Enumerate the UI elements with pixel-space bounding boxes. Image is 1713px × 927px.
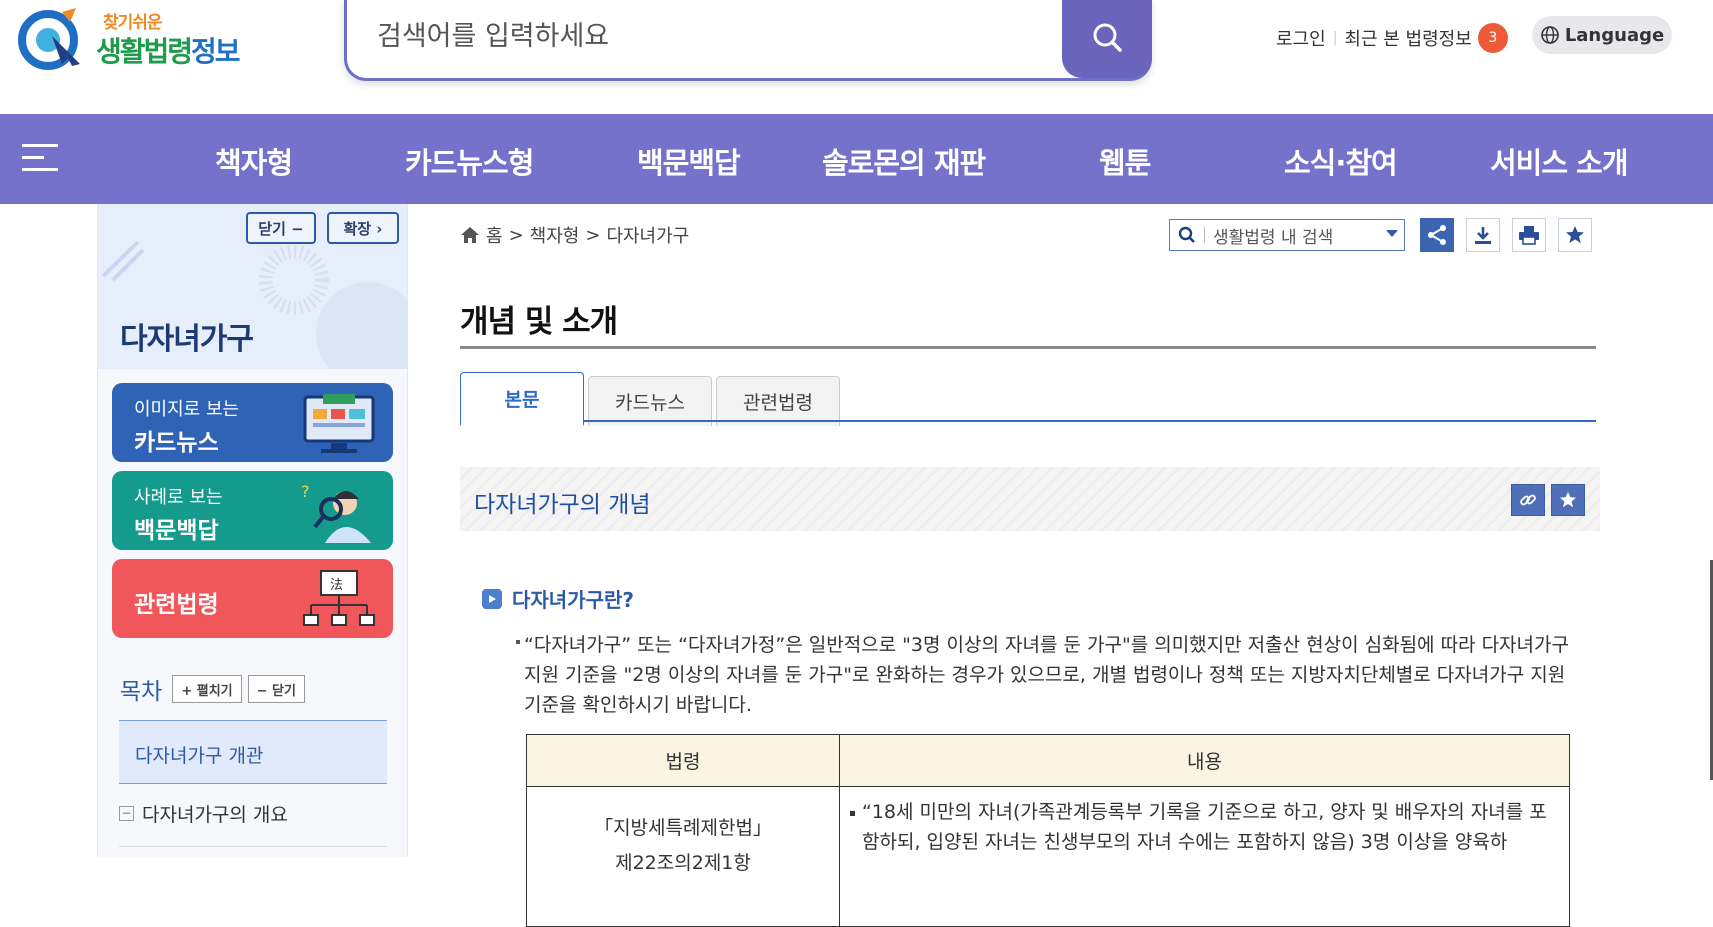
- toc-collapse-button[interactable]: − 닫기: [247, 675, 305, 703]
- nav-item-news[interactable]: 소식·참여: [1284, 140, 1398, 182]
- play-icon: [482, 588, 502, 609]
- breadcrumb-level1[interactable]: 책자형: [530, 222, 580, 248]
- page-title: 개념 및 소개: [460, 304, 618, 340]
- related-laws-card[interactable]: 관련법령 法: [112, 559, 393, 638]
- subsection-title: 다자녀가구란?: [482, 584, 634, 613]
- logo-title-b: 정보: [191, 35, 241, 68]
- logo-title-a: 생활법령: [96, 35, 193, 68]
- toc-item[interactable]: − 다자녀가구의 개요: [119, 800, 288, 827]
- breadcrumb-separator: >: [585, 224, 601, 246]
- breadcrumb-separator: >: [508, 224, 524, 246]
- recent-laws-link[interactable]: 최근 본 법령정보: [1344, 25, 1471, 51]
- share-icon: [1428, 225, 1446, 245]
- tab-divider: [460, 420, 1596, 422]
- search-icon: [1093, 23, 1122, 52]
- star-icon: [1559, 491, 1577, 508]
- toc-header: 목차 + 펼치기 − 닫기: [120, 672, 311, 706]
- table-header: 법령: [526, 734, 840, 787]
- globe-icon: [1541, 26, 1559, 44]
- download-button[interactable]: [1466, 218, 1500, 252]
- download-icon: [1475, 227, 1491, 244]
- print-button[interactable]: [1512, 218, 1546, 252]
- bullet-icon: [850, 811, 855, 816]
- link-button[interactable]: [1511, 484, 1545, 516]
- star-icon: [1566, 226, 1584, 243]
- law-table: 법령 내용 「지방세특례제한법」 제22조의2제1항 “18세 미만의 자녀(가…: [526, 734, 1570, 927]
- toc-item-label: 다자녀가구의 개요: [142, 804, 288, 826]
- chevron-down-icon: [1386, 230, 1398, 237]
- nav-item-webtoon[interactable]: 웹툰: [1099, 140, 1151, 182]
- breadcrumb-home[interactable]: 홈: [486, 222, 503, 248]
- section-title: 다자녀가구의 개념: [474, 492, 651, 518]
- sidebar-header: 닫기 − 확장 › 다자녀가구: [98, 204, 407, 369]
- search-button[interactable]: [1062, 0, 1152, 78]
- svg-text:?: ?: [301, 482, 310, 501]
- inner-search-label: 생활법령 내 검색: [1213, 227, 1334, 248]
- left-sidebar: 닫기 − 확장 › 다자녀가구 이미지로 보는 카드뉴스 사례로 보는 백문백답…: [97, 204, 408, 857]
- qa-card[interactable]: 사례로 보는 백문백답 ?: [112, 471, 393, 550]
- toc-item-active[interactable]: 다자녀가구 개관: [119, 720, 387, 784]
- logo-mark-icon: [18, 8, 80, 70]
- law-name[interactable]: 「지방세특례제한법」: [527, 813, 839, 840]
- logo-title: 생활법령정보: [96, 30, 241, 70]
- print-icon: [1519, 226, 1539, 245]
- section-header: 다자녀가구의 개념: [460, 467, 1600, 531]
- home-icon[interactable]: [460, 226, 480, 244]
- sidebar-close-button[interactable]: 닫기 −: [246, 212, 316, 244]
- search-input[interactable]: [377, 14, 1057, 58]
- share-button[interactable]: [1420, 218, 1454, 252]
- inner-search-select[interactable]: 생활법령 내 검색: [1169, 219, 1405, 251]
- toc-divider: [119, 846, 387, 847]
- login-link[interactable]: 로그인: [1276, 25, 1326, 51]
- tab-main[interactable]: 본문: [460, 372, 584, 426]
- tab-cardnews[interactable]: 카드뉴스: [588, 376, 712, 426]
- language-label: Language: [1564, 24, 1665, 46]
- sidebar-expand-button[interactable]: 확장 ›: [327, 212, 399, 244]
- collapse-icon[interactable]: −: [119, 806, 134, 821]
- main-content: 홈 > 책자형 > 다자녀가구 생활법령 내 검색 개념 및 소개 본문 카드뉴…: [460, 204, 1600, 927]
- main-search: [344, 0, 1152, 81]
- toc-expand-button[interactable]: + 펼치기: [172, 675, 242, 703]
- svg-text:法: 法: [330, 578, 343, 593]
- table-header: 내용: [839, 734, 1570, 787]
- sidebar-title: 다자녀가구: [120, 322, 254, 357]
- body-paragraph: “다자녀가구” 또는 “다자녀가정”은 일반적으로 "3명 이상의 자녀를 둔 …: [524, 634, 1569, 716]
- language-button[interactable]: Language: [1532, 16, 1672, 54]
- util-separator: |: [1332, 30, 1338, 46]
- recent-count-badge: 3: [1477, 23, 1508, 53]
- global-nav: 책자형 카드뉴스형 백문백답 솔로몬의 재판 웹툰 소식·참여 서비스 소개: [0, 114, 1713, 204]
- cardnews-card[interactable]: 이미지로 보는 카드뉴스: [112, 383, 393, 462]
- bookmark-button[interactable]: [1558, 218, 1592, 252]
- site-logo[interactable]: 찾기쉬운 생활법령정보: [18, 2, 258, 74]
- breadcrumb-current: 다자녀가구: [606, 226, 690, 247]
- nav-item-booklet[interactable]: 책자형: [215, 140, 293, 182]
- magnifier-person-icon: ?: [301, 482, 371, 543]
- section-bookmark-button[interactable]: [1551, 484, 1585, 516]
- nav-item-solomon[interactable]: 솔로몬의 재판: [822, 140, 986, 182]
- law-hierarchy-icon: 法: [303, 570, 375, 626]
- law-article: 제22조의2제1항: [615, 852, 751, 874]
- nav-item-cardnews[interactable]: 카드뉴스형: [405, 140, 534, 182]
- site-header: 찾기쉬운 생활법령정보 로그인 | 최근 본 법령정보 3 Language: [0, 0, 1713, 114]
- nav-item-about[interactable]: 서비스 소개: [1490, 140, 1628, 182]
- link-icon: [1520, 494, 1536, 506]
- breadcrumb: 홈 > 책자형 > 다자녀가구: [460, 222, 689, 248]
- utility-links: 로그인 | 최근 본 법령정보 3: [1276, 22, 1508, 54]
- title-divider: [460, 346, 1596, 349]
- search-icon: [1178, 226, 1195, 243]
- news-monitor-icon: [303, 394, 375, 453]
- tab-related-laws[interactable]: 관련법령: [716, 376, 840, 426]
- subsection-label: 다자녀가구란?: [512, 588, 635, 612]
- nav-item-qa[interactable]: 백문백답: [637, 140, 741, 182]
- toc-title: 목차: [120, 679, 163, 705]
- search-divider: [1204, 227, 1205, 243]
- law-content: “18세 미만의 자녀(가족관계등록부 기록을 기준으로 하고, 양자 및 배우…: [862, 801, 1547, 853]
- menu-icon[interactable]: [22, 144, 58, 172]
